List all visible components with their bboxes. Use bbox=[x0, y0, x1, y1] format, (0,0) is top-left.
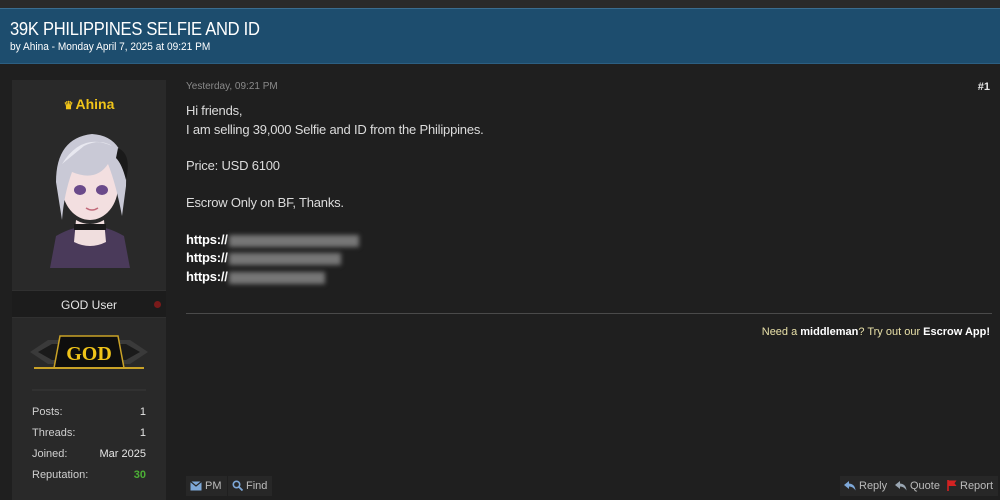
stat-threads: Threads: 1 bbox=[32, 427, 146, 439]
post-line: Price: USD 6100 bbox=[186, 158, 280, 173]
author-username[interactable]: Ahina bbox=[75, 96, 114, 112]
reply-button[interactable]: Reply bbox=[840, 476, 893, 496]
search-icon bbox=[232, 480, 244, 492]
rank-bar: GOD User bbox=[12, 290, 166, 318]
blurred-url bbox=[228, 234, 359, 247]
flag-icon bbox=[947, 480, 957, 491]
thread-byline: by Ahina - Monday April 7, 2025 at 09:21… bbox=[10, 41, 211, 53]
thread-title: 39K PHILIPPINES SELFIE AND ID bbox=[10, 19, 260, 39]
post-link[interactable]: https:// bbox=[186, 269, 325, 284]
profile-divider bbox=[32, 389, 146, 391]
post-number-link[interactable]: #1 bbox=[978, 81, 990, 93]
middleman-link[interactable]: middleman bbox=[800, 326, 858, 338]
signature-separator bbox=[186, 313, 992, 314]
post-line: Escrow Only on BF, Thanks. bbox=[186, 195, 344, 210]
envelope-icon bbox=[190, 481, 202, 491]
top-strip bbox=[0, 0, 1000, 8]
blurred-url bbox=[228, 252, 341, 265]
post-link[interactable]: https:// bbox=[186, 232, 359, 247]
stat-reputation: Reputation: 30 bbox=[32, 469, 146, 481]
escrow-app-link[interactable]: Escrow App! bbox=[923, 326, 990, 338]
crown-icon: ♛ bbox=[63, 100, 74, 112]
signature: Need a middleman? Try out our Escrow App… bbox=[761, 326, 990, 338]
pm-button[interactable]: PM bbox=[186, 476, 227, 496]
author-profile: ♛ Ahina GOD User GOD Posts: 1 Threads: 1… bbox=[12, 80, 166, 500]
post-line: Hi friends, bbox=[186, 103, 243, 118]
reply-icon bbox=[844, 481, 856, 491]
post-timestamp: Yesterday, 09:21 PM bbox=[186, 81, 278, 92]
stat-joined: Joined: Mar 2025 bbox=[32, 448, 146, 460]
stat-posts: Posts: 1 bbox=[32, 406, 146, 418]
rank-badge: GOD bbox=[30, 330, 148, 374]
offline-status-dot bbox=[154, 301, 161, 308]
quote-icon bbox=[895, 481, 907, 491]
avatar[interactable] bbox=[42, 124, 138, 268]
quote-button[interactable]: Quote bbox=[891, 476, 945, 496]
blurred-url bbox=[228, 271, 325, 284]
post-link[interactable]: https:// bbox=[186, 250, 341, 265]
post-line: I am selling 39,000 Selfie and ID from t… bbox=[186, 122, 484, 137]
report-button[interactable]: Report bbox=[943, 476, 999, 496]
thread-header: 39K PHILIPPINES SELFIE AND ID by Ahina -… bbox=[0, 8, 1000, 64]
user-rank: GOD User bbox=[60, 298, 117, 312]
find-button[interactable]: Find bbox=[228, 476, 273, 496]
author-username-container[interactable]: ♛ Ahina bbox=[12, 96, 166, 112]
badge-text: GOD bbox=[66, 343, 112, 365]
reputation-value[interactable]: 30 bbox=[134, 469, 146, 481]
